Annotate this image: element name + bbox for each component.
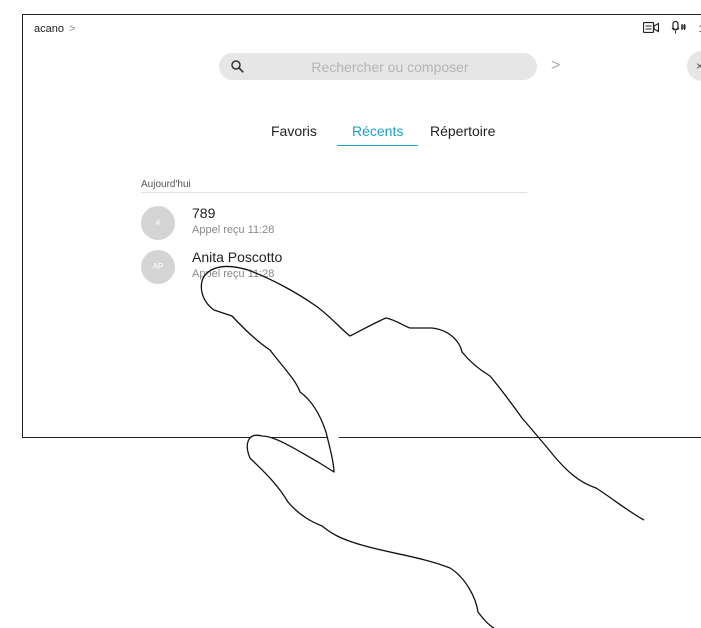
brand-breadcrumb[interactable]: acano >: [34, 23, 75, 35]
search-input[interactable]: [255, 53, 525, 80]
search-icon: [231, 60, 244, 73]
section-header: Aujourd'hui: [141, 179, 191, 190]
status-bar: 11: [642, 20, 701, 37]
tab-repertoire[interactable]: Répertoire: [430, 121, 495, 145]
call-detail: Appel reçu 11:28: [192, 268, 275, 280]
chevron-right-icon[interactable]: >: [551, 57, 560, 75]
tab-favoris[interactable]: Favoris: [271, 121, 317, 145]
tab-bar: Favoris Récents Répertoire: [23, 121, 701, 151]
brand-label: acano: [34, 23, 64, 35]
call-detail: Appel reçu 11:28: [192, 224, 275, 236]
list-item[interactable]: # 789 Appel reçu 11:28: [141, 204, 521, 244]
avatar: AP: [141, 250, 175, 284]
contact-name: Anita Poscotto: [192, 249, 283, 265]
camera-icon[interactable]: [642, 21, 659, 36]
touch-panel-screen: acano > 11 > × Favoris Récents Répertoir…: [22, 14, 701, 438]
close-button[interactable]: ×: [687, 51, 701, 81]
search-bar[interactable]: [219, 53, 537, 80]
chevron-right-icon: >: [69, 23, 76, 35]
microphone-icon[interactable]: [671, 20, 687, 37]
avatar: #: [141, 206, 175, 240]
divider: [141, 192, 527, 193]
tab-recents[interactable]: Récents: [337, 121, 419, 146]
list-item[interactable]: AP Anita Poscotto Appel reçu 11:28: [141, 248, 521, 288]
contact-name: 789: [192, 205, 216, 221]
